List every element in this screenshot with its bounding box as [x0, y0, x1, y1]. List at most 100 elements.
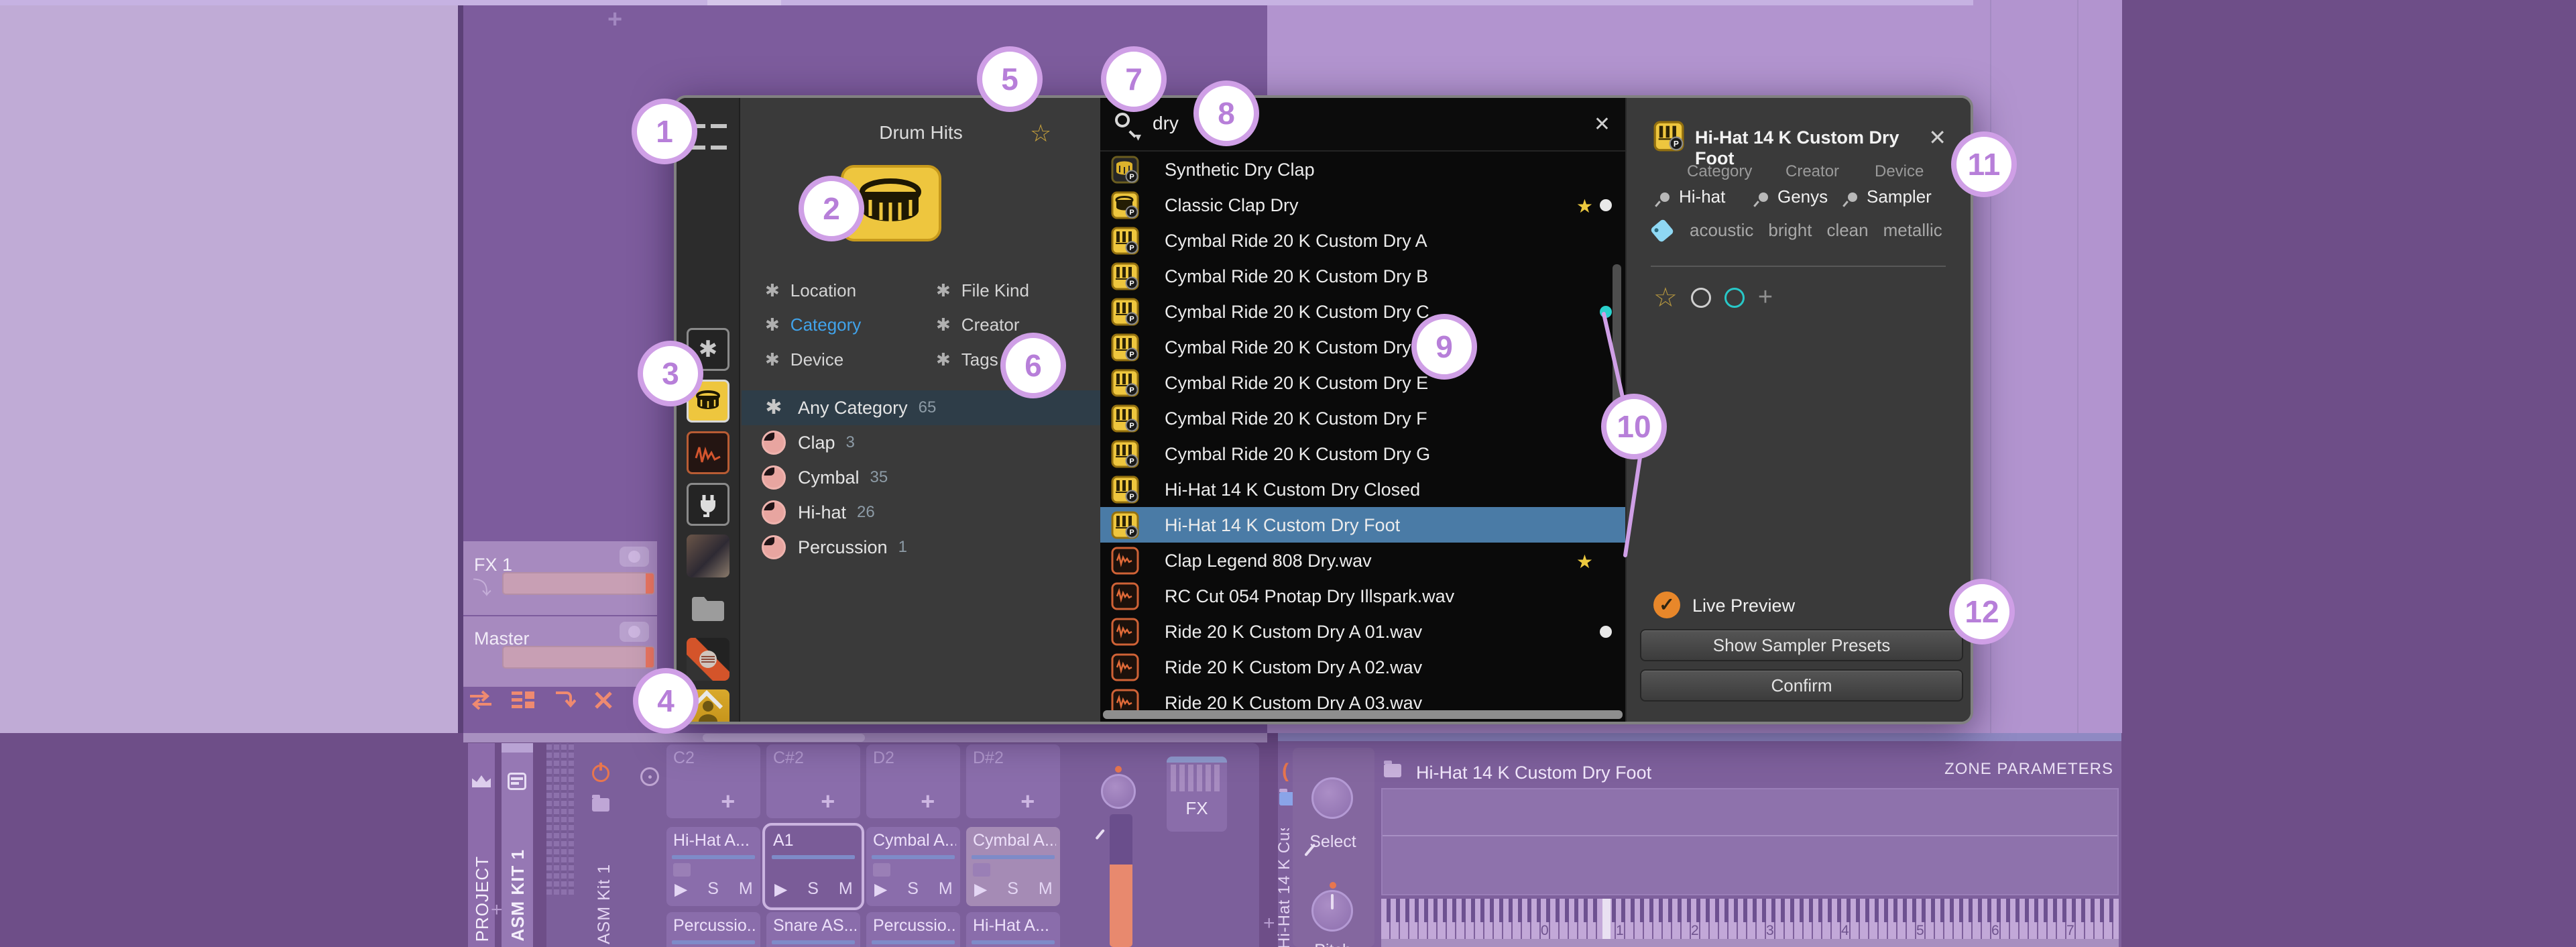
favorite-star-icon[interactable]: ★ — [1576, 551, 1593, 573]
samples-icon[interactable] — [687, 431, 729, 474]
pad-play-button[interactable]: ▶ — [974, 879, 987, 899]
empty-pad-C#2[interactable]: C#2 + — [766, 744, 860, 818]
artwork-thumb-icon[interactable] — [687, 638, 729, 681]
result-row[interactable]: Ride 20 K Custom Dry A 04.wav — [1100, 720, 1625, 722]
folder-icon[interactable] — [1384, 761, 1401, 777]
zone-display[interactable] — [1381, 788, 2119, 895]
result-row[interactable]: RC Cut 054 Pnotap Dry Illspark.wav — [1100, 578, 1625, 614]
keyboard-scrollbar[interactable] — [1381, 939, 2119, 947]
result-row[interactable]: P Cymbal Ride 20 K Custom Dry C — [1100, 294, 1625, 329]
track-activity-button[interactable] — [620, 547, 649, 567]
filter-tags[interactable]: ✱ Tags — [936, 343, 998, 376]
drum-pad[interactable]: Hi-Hat A... — [966, 912, 1060, 947]
close-icon[interactable]: ✕ — [1928, 125, 1946, 150]
white-circle-icon[interactable] — [1690, 287, 1711, 308]
result-row[interactable]: P Hi-Hat 14 K Custom Dry Closed — [1100, 471, 1625, 507]
pad-play-button[interactable]: ▶ — [874, 879, 887, 899]
result-row[interactable]: P Cymbal Ride 20 K Custom Dry E — [1100, 365, 1625, 400]
empty-pad-D#2[interactable]: D#2 + — [966, 744, 1060, 818]
result-row[interactable]: P Cymbal Ride 20 K Custom Dry G — [1100, 436, 1625, 471]
delete-x-icon[interactable] — [593, 690, 613, 710]
volume-slider[interactable] — [1110, 814, 1132, 947]
empty-pad-D2[interactable]: D2 + — [866, 744, 960, 818]
category-clap[interactable]: Clap 3 — [742, 425, 1100, 460]
category-percussion[interactable]: Percussion 1 — [742, 530, 1100, 565]
result-row[interactable]: P Cymbal Ride 20 K Custom Dry A — [1100, 223, 1625, 258]
search-bar[interactable]: ▾ dry ✕ — [1100, 98, 1625, 152]
main-knob[interactable] — [1101, 774, 1136, 809]
white-dot-icon[interactable] — [1600, 626, 1612, 638]
photo-thumb-icon[interactable] — [687, 535, 729, 577]
pad-solo-button[interactable]: S — [907, 879, 919, 899]
pad-solo-button[interactable]: S — [807, 879, 819, 899]
result-row[interactable]: P Cymbal Ride 20 K Custom Dry F — [1100, 400, 1625, 436]
result-row[interactable]: P Cymbal Ride 20 K Custom Dry D — [1100, 329, 1625, 365]
teal-dot-icon[interactable] — [1600, 306, 1612, 318]
drum-pad[interactable]: Percussio... — [866, 912, 960, 947]
track-fx1[interactable]: FX 1 ⤵ — [463, 541, 657, 615]
pad-play-button[interactable]: ▶ — [774, 879, 787, 899]
search-input[interactable]: dry — [1153, 113, 1179, 134]
pad-mode-icon[interactable] — [640, 767, 659, 786]
favorite-star-icon[interactable]: ☆ — [1030, 119, 1051, 148]
star-outline-icon[interactable]: ☆ — [1653, 284, 1678, 311]
track-activity-button[interactable] — [620, 622, 649, 642]
device-power-icon[interactable] — [592, 763, 609, 782]
drum-pad[interactable]: Snare AS... — [766, 912, 860, 947]
white-dot-icon[interactable] — [1600, 199, 1612, 211]
result-row[interactable]: Ride 20 K Custom Dry A 01.wav — [1100, 614, 1625, 649]
pitch-knob[interactable] — [1311, 890, 1353, 932]
add-track-plus[interactable]: + — [607, 5, 622, 34]
device-preset-folder-icon[interactable] — [592, 795, 609, 812]
route-arrow-icon[interactable] — [553, 690, 576, 710]
empty-pad-C2[interactable]: C2 + — [666, 744, 760, 818]
drum-pad[interactable]: Hi-Hat A... ▶ S M — [666, 827, 760, 906]
pad-mute-button[interactable]: M — [739, 879, 753, 899]
result-row[interactable]: Ride 20 K Custom Dry A 02.wav — [1100, 649, 1625, 685]
add-device-plus[interactable]: + — [1263, 912, 1275, 935]
show-sampler-presets-button[interactable]: Show Sampler Presets — [1640, 629, 1963, 661]
track-master[interactable]: Master — [463, 616, 657, 687]
list-icon[interactable] — [512, 690, 536, 710]
plugins-icon[interactable] — [687, 483, 729, 526]
category-cymbal[interactable]: Cymbal 35 — [742, 460, 1100, 495]
result-row[interactable]: P Synthetic Dry Clap — [1100, 152, 1625, 187]
result-row[interactable]: P Classic Clap Dry ★ — [1100, 187, 1625, 223]
plus-icon[interactable]: + — [1758, 283, 1773, 312]
pad-solo-button[interactable]: S — [1007, 879, 1018, 899]
drum-pad[interactable]: Percussio... — [666, 912, 760, 947]
result-row[interactable]: Clap Legend 808 Dry.wav ★ — [1100, 543, 1625, 578]
folder-icon[interactable] — [687, 586, 729, 629]
tag-clean[interactable]: clean — [1826, 220, 1868, 240]
teal-circle-icon[interactable] — [1724, 287, 1745, 308]
results-scrollbar-thumb[interactable] — [1613, 264, 1621, 405]
favorite-star-icon[interactable]: ★ — [1576, 195, 1593, 217]
result-row[interactable]: P Cymbal Ride 20 K Custom Dry B — [1100, 258, 1625, 294]
drum-pad[interactable]: Cymbal A... ▶ S M — [966, 827, 1060, 906]
device-collapse-icon[interactable]: ( — [1282, 760, 1289, 783]
result-row[interactable]: P Hi-Hat 14 K Custom Dry Foot — [1100, 507, 1625, 543]
swap-arrows-icon[interactable] — [467, 690, 494, 710]
sampler-keyboard[interactable]: 0 1 2 3 4 5 6 7 — [1381, 899, 2119, 939]
add-device-plus[interactable]: + — [491, 899, 503, 922]
filter-category[interactable]: ✱ Category — [765, 302, 921, 341]
results-hscrollbar[interactable] — [1103, 710, 1623, 719]
tag-bright[interactable]: bright — [1768, 220, 1812, 240]
pad-mute-button[interactable]: M — [839, 879, 853, 899]
pad-mute-button[interactable]: M — [939, 879, 953, 899]
pad-play-button[interactable]: ▶ — [675, 879, 687, 899]
fx-chip[interactable]: FX — [1167, 757, 1227, 832]
pad-solo-button[interactable]: S — [707, 879, 719, 899]
live-preview-checkbox[interactable]: ✓ — [1653, 592, 1680, 618]
tag-metallic[interactable]: metallic — [1883, 220, 1942, 240]
filter-location[interactable]: ✱ Location — [765, 274, 856, 307]
filter-file-kind[interactable]: ✱ File Kind — [936, 274, 1029, 307]
filter-creator[interactable]: ✱ Creator — [936, 308, 1020, 341]
drum-pad[interactable]: A1 ▶ S M — [762, 823, 864, 910]
confirm-button[interactable]: Confirm — [1640, 669, 1963, 702]
asm-kit-tab[interactable]: ASM KIT 1 — [502, 743, 533, 947]
clear-search-icon[interactable]: ✕ — [1594, 113, 1611, 136]
pad-mute-button[interactable]: M — [1039, 879, 1053, 899]
search-dropdown-icon[interactable]: ▾ — [1135, 130, 1141, 144]
select-knob[interactable] — [1311, 777, 1353, 819]
